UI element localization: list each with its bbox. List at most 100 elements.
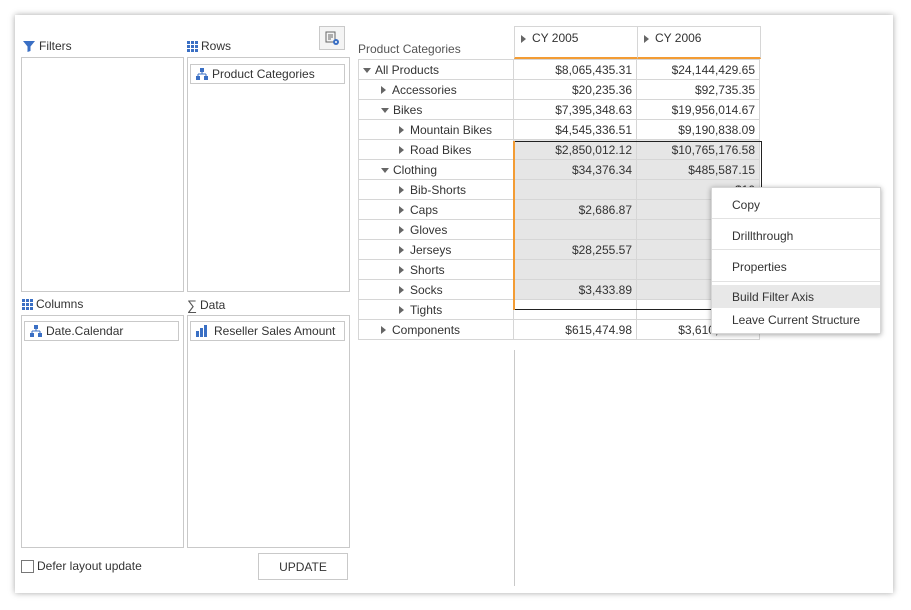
expand-arrow-icon[interactable] bbox=[399, 126, 404, 135]
collapse-arrow-icon[interactable] bbox=[381, 107, 389, 113]
value-cell[interactable]: $2,686.87 bbox=[513, 199, 637, 220]
value-cell[interactable]: $8,065,435.31 bbox=[513, 59, 637, 80]
table-row[interactable]: Mountain Bikes $4,545,336.51 $9,190,838.09 bbox=[358, 119, 760, 140]
row-header-cell[interactable]: Bikes bbox=[358, 99, 514, 120]
menu-item-properties[interactable]: Properties bbox=[712, 254, 880, 280]
row-header-cell[interactable]: Components bbox=[358, 319, 514, 340]
menu-item-build-filter-axis[interactable]: Build Filter Axis bbox=[712, 285, 880, 308]
value-cell[interactable]: $34,376.34 bbox=[513, 159, 637, 180]
defer-checkbox[interactable] bbox=[21, 559, 34, 573]
data-drop-zone[interactable] bbox=[187, 315, 350, 548]
row-header-cell[interactable]: Gloves bbox=[358, 219, 514, 240]
table-row[interactable]: Gloves$8 bbox=[358, 219, 760, 240]
table-row[interactable]: Components$615,474.98$3,610,092.47 bbox=[358, 319, 760, 340]
columns-field-date-calendar[interactable]: Date.Calendar bbox=[24, 321, 179, 341]
table-row[interactable]: Jerseys$28,255.57$11 bbox=[358, 239, 760, 260]
table-row[interactable]: Accessories $20,235.36 $92,735.35 bbox=[358, 79, 760, 100]
row-header-cell[interactable]: Jerseys bbox=[358, 239, 514, 260]
columns-grid-icon bbox=[22, 298, 33, 310]
row-header-cell[interactable]: Shorts bbox=[358, 259, 514, 280]
table-row[interactable]: Shorts$4 bbox=[358, 259, 760, 280]
table-row[interactable]: All Products $8,065,435.31 $24,144,429.65 bbox=[358, 59, 760, 80]
expand-arrow-icon bbox=[521, 34, 526, 43]
rows-field-label: Product Categories bbox=[212, 67, 315, 81]
filter-icon bbox=[23, 41, 35, 52]
filters-drop-zone[interactable] bbox=[21, 57, 184, 292]
filters-label-text: Filters bbox=[39, 39, 72, 53]
value-cell[interactable] bbox=[513, 299, 637, 320]
table-row[interactable]: Socks$3,433.89$ bbox=[358, 279, 760, 300]
value-cell[interactable] bbox=[513, 259, 637, 280]
value-cell[interactable]: $28,255.57 bbox=[513, 239, 637, 260]
row-header-cell[interactable]: Road Bikes bbox=[358, 139, 514, 160]
sigma-icon: ∑ bbox=[187, 297, 197, 313]
column-divider bbox=[514, 350, 515, 586]
menu-item-copy[interactable]: Copy bbox=[712, 192, 880, 218]
expand-arrow-icon[interactable] bbox=[399, 226, 404, 235]
expand-arrow-icon[interactable] bbox=[399, 206, 404, 215]
value-cell[interactable]: $7,395,348.63 bbox=[513, 99, 637, 120]
table-row[interactable]: Caps$2,686.87$ bbox=[358, 199, 760, 220]
value-cell[interactable]: $10,765,176.58 bbox=[636, 139, 760, 160]
update-button[interactable]: UPDATE bbox=[258, 553, 348, 580]
column-header-cy2006[interactable]: CY 2006 bbox=[637, 26, 761, 59]
value-cell[interactable]: $2,850,012.12 bbox=[513, 139, 637, 160]
measure-bar-icon bbox=[196, 325, 207, 337]
row-header-cell[interactable]: Bib-Shorts bbox=[358, 179, 514, 200]
value-cell[interactable]: $615,474.98 bbox=[513, 319, 637, 340]
row-header-cell[interactable]: Clothing bbox=[358, 159, 514, 180]
columns-field-label: Date.Calendar bbox=[46, 324, 124, 338]
collapse-arrow-icon[interactable] bbox=[363, 67, 371, 73]
menu-item-label: Properties bbox=[732, 260, 787, 274]
table-row[interactable]: Bikes $7,395,348.63 $19,956,014.67 bbox=[358, 99, 760, 120]
table-row[interactable]: Tights$12 bbox=[358, 299, 760, 320]
data-zone-label: ∑ Data bbox=[187, 297, 225, 313]
expand-arrow-icon[interactable] bbox=[399, 306, 404, 315]
columns-drop-zone[interactable] bbox=[21, 315, 184, 548]
value-cell[interactable]: $20,235.36 bbox=[513, 79, 637, 100]
columns-label-text: Columns bbox=[36, 297, 84, 311]
menu-item-label: Leave Current Structure bbox=[732, 313, 861, 327]
table-row[interactable]: Clothing $34,376.34 $485,587.15 bbox=[358, 159, 760, 180]
rows-field-product-categories[interactable]: Product Categories bbox=[190, 64, 345, 84]
menu-item-leave-current-structure[interactable]: Leave Current Structure bbox=[712, 309, 880, 331]
value-cell[interactable]: $485,587.15 bbox=[636, 159, 760, 180]
value-cell[interactable]: $19,956,014.67 bbox=[636, 99, 760, 120]
table-row[interactable]: Road Bikes $2,850,012.12 $10,765,176.58 bbox=[358, 139, 760, 160]
column-header-label: CY 2005 bbox=[532, 31, 579, 45]
row-label: Socks bbox=[410, 282, 443, 297]
value-cell[interactable] bbox=[513, 179, 637, 200]
row-header-cell[interactable]: Tights bbox=[358, 299, 514, 320]
value-cell[interactable]: $92,735.35 bbox=[636, 79, 760, 100]
expand-arrow-icon[interactable] bbox=[399, 146, 404, 155]
value-cell[interactable]: $4,545,336.51 bbox=[513, 119, 637, 140]
collapse-arrow-icon[interactable] bbox=[381, 167, 389, 173]
expand-arrow-icon[interactable] bbox=[381, 86, 386, 95]
row-header-cell[interactable]: Socks bbox=[358, 279, 514, 300]
expand-arrow-icon[interactable] bbox=[399, 246, 404, 255]
menu-item-drillthrough[interactable]: Drillthrough bbox=[712, 223, 880, 249]
defer-layout-option[interactable]: Defer layout update bbox=[21, 559, 142, 573]
value-cell[interactable]: $24,144,429.65 bbox=[636, 59, 760, 80]
value-cell[interactable] bbox=[513, 219, 637, 240]
data-field-reseller-sales-amount[interactable]: Reseller Sales Amount bbox=[190, 321, 345, 341]
expand-arrow-icon[interactable] bbox=[399, 266, 404, 275]
expand-arrow-icon[interactable] bbox=[399, 186, 404, 195]
row-header-cell[interactable]: Accessories bbox=[358, 79, 514, 100]
table-row[interactable]: Bib-Shorts$10 bbox=[358, 179, 760, 200]
menu-item-label: Drillthrough bbox=[732, 229, 794, 243]
expand-arrow-icon[interactable] bbox=[399, 286, 404, 295]
value-cell[interactable]: $9,190,838.09 bbox=[636, 119, 760, 140]
expand-arrow-icon[interactable] bbox=[381, 326, 386, 335]
value-cell[interactable]: $3,433.89 bbox=[513, 279, 637, 300]
row-header-cell[interactable]: Mountain Bikes bbox=[358, 119, 514, 140]
column-header-cy2005[interactable]: CY 2005 bbox=[514, 26, 638, 59]
row-label: All Products bbox=[375, 62, 440, 77]
row-label: Clothing bbox=[393, 162, 438, 177]
row-label: Mountain Bikes bbox=[410, 122, 493, 137]
rows-drop-zone[interactable] bbox=[187, 57, 350, 292]
row-header-cell[interactable]: All Products bbox=[358, 59, 514, 80]
row-header-cell[interactable]: Caps bbox=[358, 199, 514, 220]
field-list-settings-button[interactable] bbox=[319, 26, 345, 50]
row-label: Tights bbox=[410, 302, 443, 317]
